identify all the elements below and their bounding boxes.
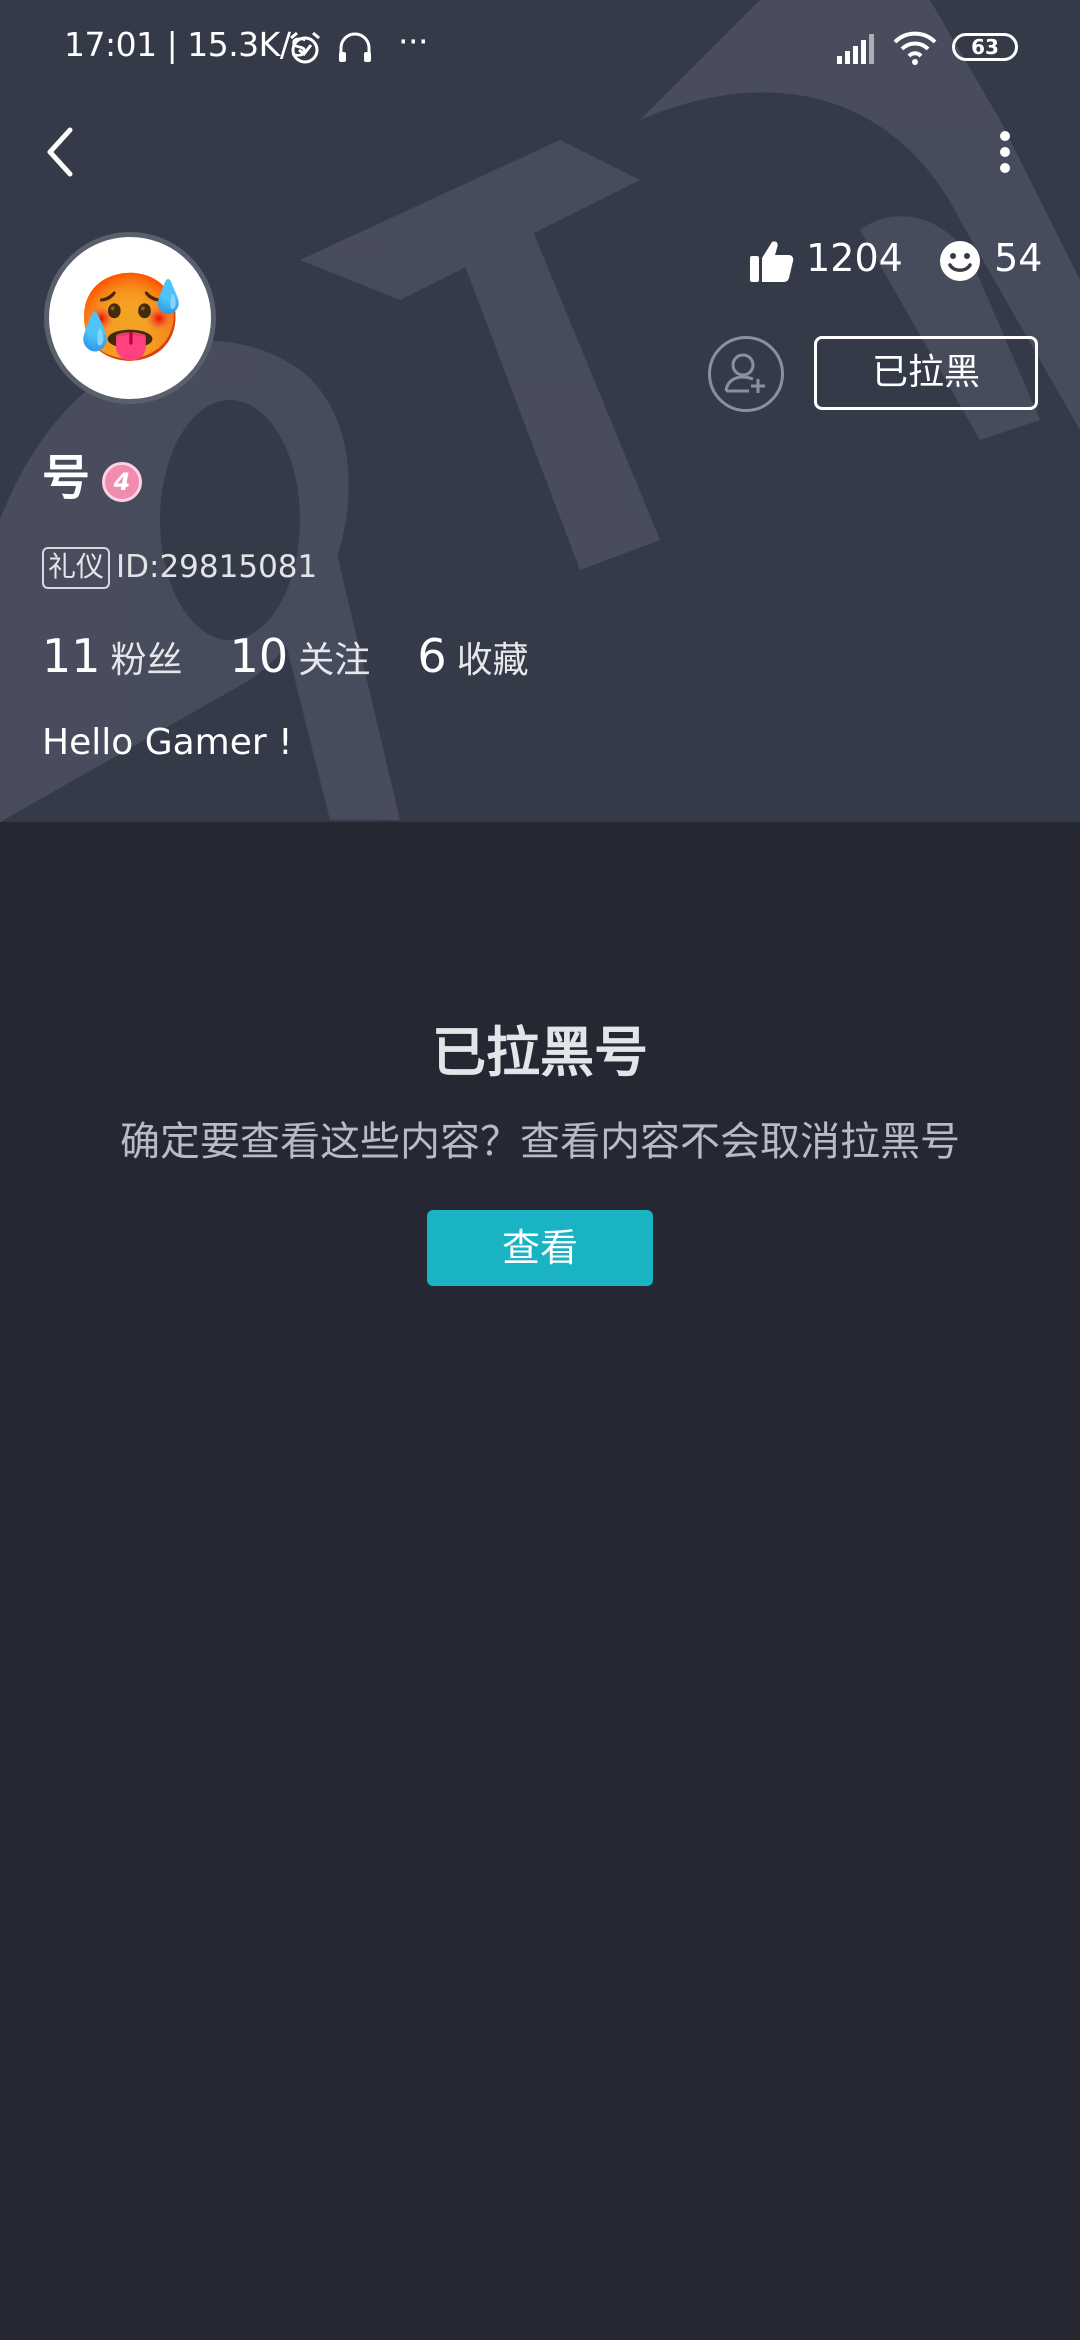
avatar[interactable]: 🥵 [44, 232, 216, 404]
headset-icon [339, 32, 371, 62]
username: 号 [42, 450, 91, 506]
count-number: 11 [42, 629, 101, 683]
user-id: ID:29815081 [116, 549, 318, 585]
blacklisted-button[interactable]: 已拉黑 [814, 336, 1038, 410]
count-number: 6 [417, 629, 447, 683]
smiles-stat: 54 [938, 228, 1042, 288]
profile-counts: 11 粉丝 10 关注 6 收藏 [42, 626, 571, 686]
favorites-count[interactable]: 6 收藏 [417, 626, 528, 691]
user-tag: 礼仪 [42, 547, 111, 589]
battery-indicator: 63 [952, 33, 1018, 61]
profile-header: 17:01 | 15.3K/s ··· 63 🥵 1204 54 已拉黑 号 4… [0, 0, 1080, 822]
level-badge: 4 [102, 462, 142, 502]
blocked-notice: 已拉黑号 确定要查看这些内容？查看内容不会取消拉黑号 查看 [0, 822, 1080, 2340]
count-label: 关注 [298, 640, 371, 681]
status-bar: 17:01 | 15.3K/s ··· 63 [0, 0, 1080, 96]
count-number: 10 [229, 629, 289, 683]
blocked-title: 已拉黑号 [432, 1021, 648, 1084]
signal-icon [837, 34, 874, 64]
likes-count: 1204 [806, 236, 903, 280]
blocked-message: 确定要查看这些内容？查看内容不会取消拉黑号 [120, 1119, 960, 1165]
wifi-icon [893, 31, 937, 65]
user-bio: Hello Gamer ! [42, 722, 293, 763]
followers-count[interactable]: 11 粉丝 [42, 626, 183, 691]
view-content-button[interactable]: 查看 [427, 1210, 653, 1286]
smile-icon [940, 240, 980, 281]
add-friend-button[interactable] [708, 336, 784, 412]
smiles-count: 54 [994, 236, 1043, 280]
likes-stat: 1204 [748, 228, 903, 288]
brand-watermark [0, 0, 1080, 822]
alarm-clock-icon [290, 31, 320, 64]
add-friend-icon [724, 353, 765, 393]
chevron-left-icon [47, 127, 73, 177]
count-label: 收藏 [456, 640, 529, 681]
status-time: 17:01 | 15.3K/s [64, 25, 308, 64]
more-vertical-icon [1000, 131, 1010, 173]
count-label: 粉丝 [110, 640, 183, 681]
thumbs-up-icon [750, 240, 794, 282]
back-button[interactable] [36, 118, 84, 186]
status-more-indicator: ··· [398, 22, 428, 61]
more-options-button[interactable] [990, 122, 1020, 182]
following-count[interactable]: 10 关注 [230, 626, 371, 691]
